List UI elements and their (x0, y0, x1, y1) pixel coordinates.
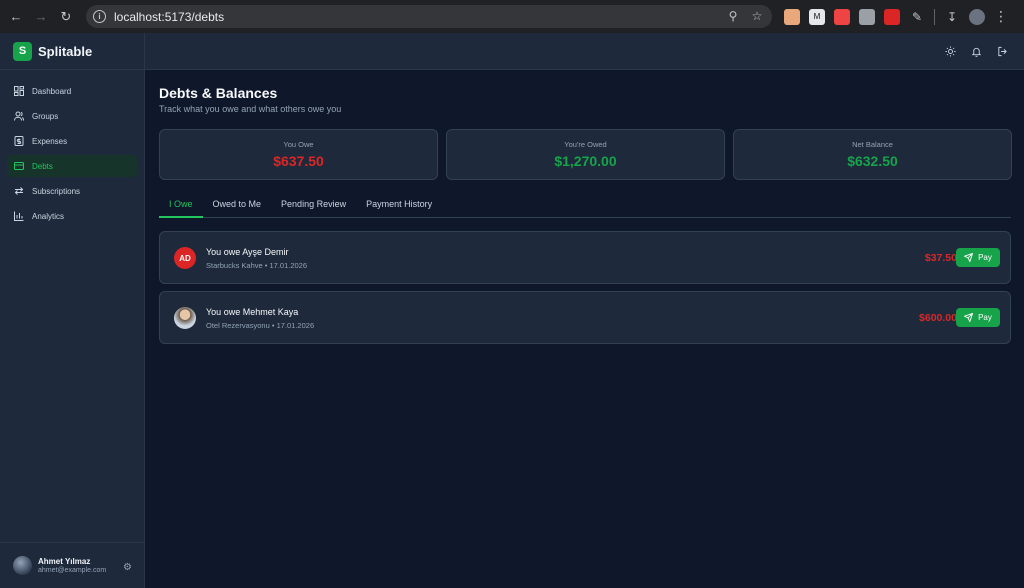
stat-label: You're Owed (564, 140, 607, 149)
sidebar-item-label: Groups (32, 111, 59, 121)
sidebar-item-expenses[interactable]: Expenses (7, 130, 137, 152)
sidebar-item-label: Dashboard (32, 86, 72, 96)
sidebar-item-subscriptions[interactable]: Subscriptions (7, 180, 137, 202)
main-content: Debts & Balances Track what you owe and … (145, 70, 1024, 588)
card-icon (14, 161, 24, 171)
toolbar-divider (934, 8, 935, 25)
debt-title: You owe Mehmet Kaya (206, 307, 299, 317)
tab-payment-history[interactable]: Payment History (356, 196, 442, 218)
bar-chart-icon (14, 211, 24, 221)
extension-icon[interactable] (859, 8, 875, 25)
tab-owed-to-me[interactable]: Owed to Me (203, 196, 272, 218)
forward-icon[interactable]: → (32, 8, 50, 26)
zoom-icon[interactable]: ⚲ (726, 9, 740, 23)
send-icon (964, 253, 974, 262)
sidebar-item-label: Debts (32, 161, 53, 171)
extension-icon[interactable] (834, 8, 850, 25)
dashboard-icon (14, 86, 24, 96)
debt-amount: $600.00 (919, 312, 957, 324)
avatar (13, 556, 32, 575)
browser-toolbar: ← → ↻ i localhost:5173/debts ⚲ ☆ M ✎ ↧ ⋮ (0, 0, 1024, 33)
debt-tabs: I Owe Owed to Me Pending Review Payment … (159, 196, 1011, 218)
theme-toggle-sun-icon[interactable] (944, 45, 956, 57)
reload-icon[interactable]: ↻ (57, 8, 75, 26)
users-icon (14, 111, 24, 121)
app-header (145, 33, 1024, 70)
sidebar-item-groups[interactable]: Groups (7, 105, 137, 127)
logout-icon[interactable] (996, 45, 1008, 57)
url-text[interactable]: localhost:5173/debts (114, 10, 224, 24)
sidebar-item-dashboard[interactable]: Dashboard (7, 80, 137, 102)
sidebar-item-debts[interactable]: Debts (7, 155, 137, 177)
avatar (174, 307, 196, 329)
sidebar-item-label: Subscriptions (32, 186, 81, 196)
stat-value: $632.50 (847, 153, 898, 169)
site-info-icon[interactable]: i (93, 10, 106, 23)
address-bar[interactable]: i localhost:5173/debts ⚲ ☆ (86, 5, 772, 28)
back-icon[interactable]: ← (7, 8, 25, 26)
bookmark-star-icon[interactable]: ☆ (750, 9, 764, 23)
page-title: Debts & Balances (159, 85, 278, 101)
tab-i-owe[interactable]: I Owe (159, 196, 203, 218)
sidebar-item-analytics[interactable]: Analytics (7, 205, 137, 227)
page-subtitle: Track what you owe and what others owe y… (159, 104, 342, 114)
stat-card-net-balance: Net Balance $632.50 (733, 129, 1012, 180)
gear-icon[interactable]: ⚙ (123, 562, 132, 573)
debt-item: You owe Mehmet Kaya Otel Rezervasyonu • … (159, 291, 1011, 344)
sidebar-item-label: Expenses (32, 136, 68, 146)
downloads-icon[interactable]: ↧ (944, 9, 960, 25)
debt-title: You owe Ayşe Demir (206, 247, 289, 257)
stat-card-youre-owed: You're Owed $1,270.00 (446, 129, 725, 180)
brand-name[interactable]: Splitable (38, 44, 92, 59)
debt-item: AD You owe Ayşe Demir Starbucks Kahve • … (159, 231, 1011, 284)
stat-label: You Owe (283, 140, 314, 149)
pay-button-label: Pay (978, 253, 992, 262)
debt-amount: $37.50 (924, 252, 957, 264)
bell-icon[interactable] (970, 45, 982, 57)
sidebar-item-label: Analytics (32, 211, 65, 221)
sidebar-nav: Dashboard Groups Expenses Debts Subscrip… (0, 70, 144, 227)
stat-value: $637.50 (273, 153, 324, 169)
extension-icon[interactable]: M (809, 8, 825, 25)
profile-icon[interactable] (969, 8, 985, 25)
stat-card-you-owe: You Owe $637.50 (159, 129, 438, 180)
brand-logo[interactable]: S (13, 41, 32, 61)
pay-button-label: Pay (978, 313, 992, 322)
debt-subtitle: Otel Rezervasyonu • 17.01.2026 (206, 321, 315, 330)
stat-value: $1,270.00 (554, 153, 617, 169)
send-icon (964, 313, 974, 322)
stat-label: Net Balance (852, 140, 893, 149)
stats-cards: You Owe $637.50 You're Owed $1,270.00 Ne… (159, 129, 1012, 180)
debt-subtitle: Starbucks Kahve • 17.01.2026 (206, 261, 308, 270)
menu-icon[interactable]: ⋮ (994, 8, 1008, 25)
repeat-icon (14, 186, 24, 196)
user-email: ahmet@example.com (38, 567, 107, 574)
pay-button[interactable]: Pay (956, 248, 1000, 267)
tab-pending-review[interactable]: Pending Review (271, 196, 356, 218)
extension-icon[interactable] (884, 8, 900, 25)
puzzle-icon[interactable]: ✎ (909, 9, 925, 25)
sidebar: S Splitable Dashboard Groups Expenses De… (0, 33, 145, 588)
user-profile[interactable]: Ahmet Yılmaz ahmet@example.com ⚙ (0, 542, 144, 588)
receipt-icon (14, 136, 24, 146)
extension-icon[interactable] (784, 8, 800, 25)
avatar: AD (174, 247, 196, 269)
brand[interactable]: S Splitable (0, 33, 144, 70)
user-name: Ahmet Yılmaz (38, 557, 91, 566)
pay-button[interactable]: Pay (956, 308, 1000, 327)
